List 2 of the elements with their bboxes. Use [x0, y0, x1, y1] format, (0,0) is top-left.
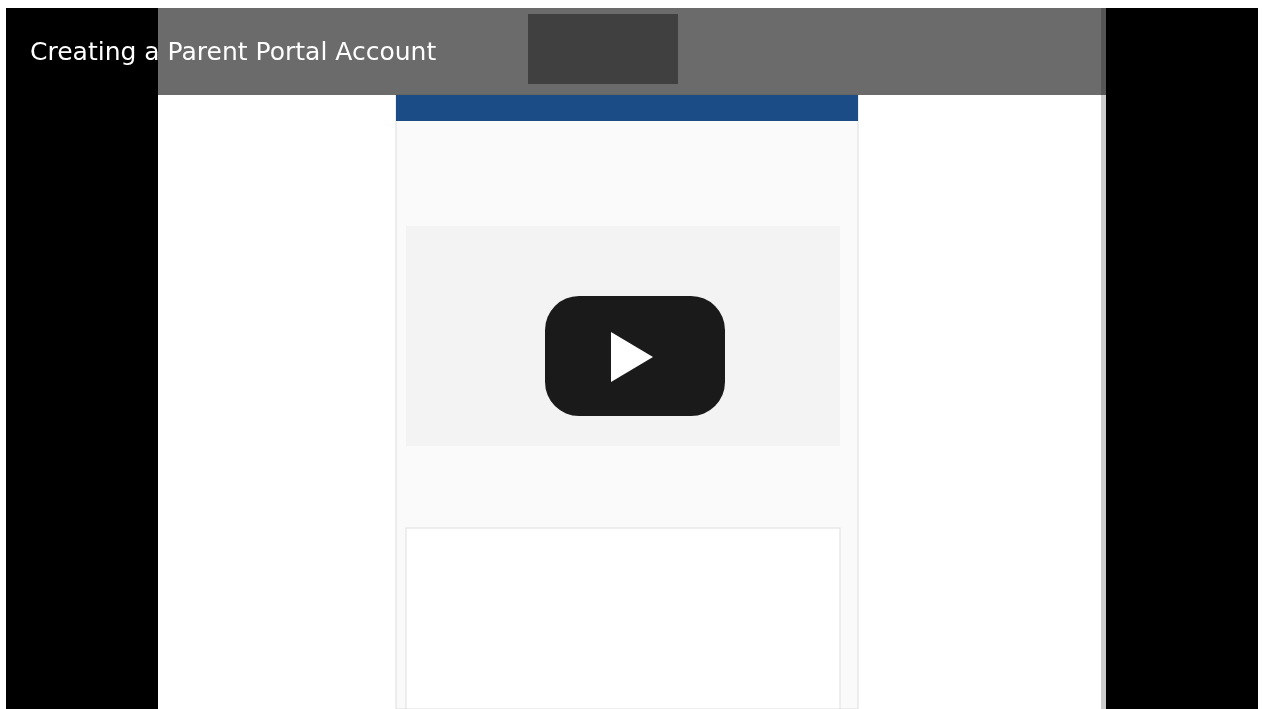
play-button[interactable] [545, 296, 725, 416]
video-title[interactable]: Creating a Parent Portal Account [30, 37, 437, 66]
